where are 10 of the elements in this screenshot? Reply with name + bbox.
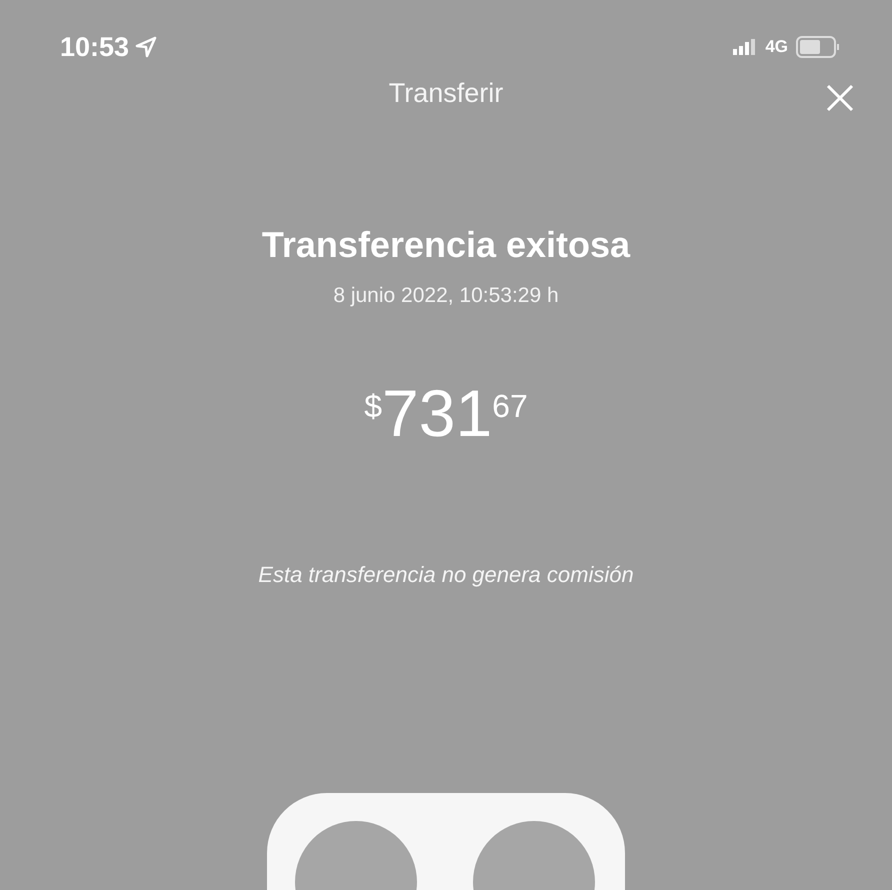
status-heading: Transferencia exitosa <box>262 224 630 266</box>
status-time: 10:53 <box>60 32 130 62</box>
fee-note: Esta transferencia no genera comisión <box>258 562 634 588</box>
battery-icon <box>796 36 840 58</box>
network-label: 4G <box>765 37 788 57</box>
screen-title: Transferir <box>388 77 504 109</box>
transfer-date: 8 junio 2022, 10:53:29 h <box>333 284 559 308</box>
close-icon[interactable] <box>826 84 854 112</box>
location-arrow-icon <box>135 36 158 58</box>
signal-icon <box>733 39 758 55</box>
